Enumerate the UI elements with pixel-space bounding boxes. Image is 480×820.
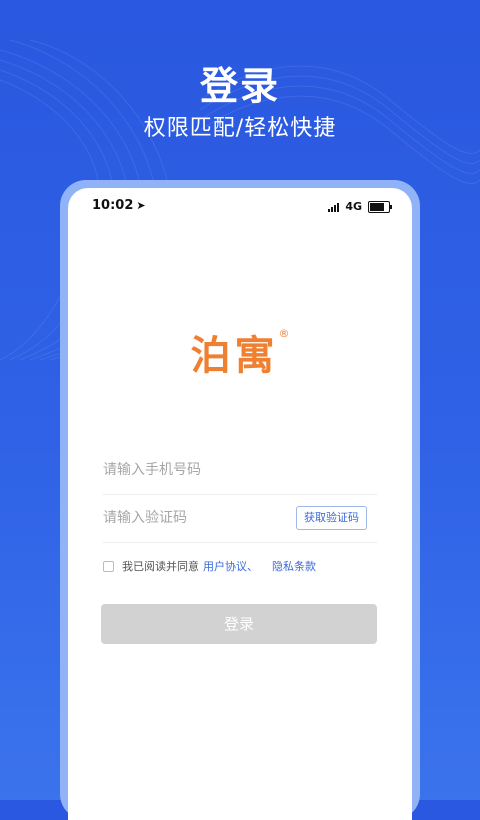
phone-field <box>103 446 377 495</box>
location-arrow-icon: ➤ <box>136 199 146 212</box>
page-subtitle: 权限匹配/轻松快捷 <box>143 116 337 141</box>
network-type: 4G <box>345 200 362 213</box>
get-code-button[interactable]: 获取验证码 <box>296 506 367 530</box>
agree-text: 我已阅读并同意 <box>122 560 199 573</box>
battery-icon <box>368 200 392 213</box>
brand-logo: 泊寓® <box>68 323 412 381</box>
agreement-row: 我已阅读并同意 用户协议、 隐私条款 <box>103 558 316 574</box>
registered-mark: ® <box>278 327 290 340</box>
login-button[interactable]: 登录 <box>101 604 377 644</box>
signal-icon <box>328 202 340 212</box>
verification-code-input[interactable] <box>103 494 283 542</box>
system-icons: 4G <box>328 200 392 213</box>
phone-screen: 10:02➤ 4G 泊寓® 获取验证码 我已阅读并同意 用户协议、 隐私条款 <box>68 188 412 820</box>
user-agreement-link[interactable]: 用户协议、 <box>203 558 258 574</box>
page-title: 登录 <box>199 64 280 108</box>
brand-logo-text: 泊寓 <box>190 333 279 379</box>
code-field: 获取验证码 <box>103 494 377 543</box>
agree-checkbox[interactable] <box>103 560 114 572</box>
status-time-text: 10:02 <box>92 198 134 213</box>
status-bar: 10:02 ➤ 4G <box>68 198 412 218</box>
phone-frame: 10:02➤ 4G 泊寓® 获取验证码 我已阅读并同意 用户协议、 隐私条款 <box>60 180 420 820</box>
privacy-policy-link[interactable]: 隐私条款 <box>272 558 316 574</box>
phone-input[interactable] <box>103 446 283 494</box>
status-time: 10:02 ➤ <box>92 198 146 213</box>
